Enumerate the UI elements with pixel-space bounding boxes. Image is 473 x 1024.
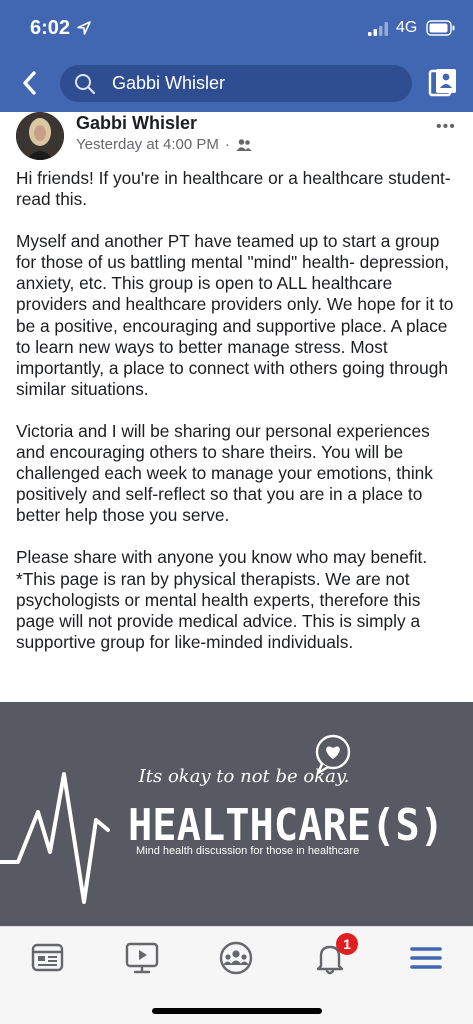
post-author-name[interactable]: Gabbi Whisler — [76, 113, 197, 134]
post-paragraph: Hi friends! If you're in healthcare or a… — [16, 168, 451, 210]
friends-icon — [236, 138, 252, 151]
avatar[interactable] — [16, 112, 64, 160]
battery-icon — [426, 20, 455, 36]
menu-icon[interactable] — [406, 939, 446, 977]
healthcare-graphic: Its okay to not be okay. HEALTHCARE(S) M… — [0, 734, 444, 904]
more-options-icon[interactable]: ••• — [436, 118, 456, 136]
image-subtitle: Mind health discussion for those in heal… — [136, 845, 359, 857]
notification-badge: 1 — [336, 933, 358, 955]
network-label: 4G — [396, 19, 418, 36]
image-tagline: Its okay to not be okay. — [138, 766, 350, 787]
avatar-photo — [16, 112, 64, 160]
search-query[interactable]: Gabbi Whisler — [112, 73, 225, 94]
news-feed-icon[interactable] — [28, 939, 68, 977]
post-header: Gabbi Whisler Yesterday at 4:00 PM · ••• — [0, 112, 473, 164]
post-timestamp[interactable]: Yesterday at 4:00 PM — [76, 136, 219, 153]
post-paragraph: Victoria and I will be sharing our perso… — [16, 420, 433, 526]
post-paragraph: Myself and another PT have teamed up to … — [16, 231, 454, 399]
status-bar: 6:02 4G — [0, 0, 473, 56]
image-title: HEALTHCARE(S) — [128, 800, 444, 851]
meta-separator: · — [224, 136, 230, 153]
post-paragraph: Please share with anyone you know who ma… — [16, 547, 428, 652]
post-image[interactable]: Its okay to not be okay. HEALTHCARE(S) M… — [0, 702, 473, 926]
heartbeat-line-icon — [0, 772, 110, 904]
groups-icon[interactable] — [216, 939, 256, 977]
app-header: 6:02 4G Gabbi Whisler — [0, 0, 473, 112]
home-indicator[interactable] — [152, 1008, 322, 1014]
back-icon[interactable] — [18, 68, 42, 98]
post-body: Hi friends! If you're in healthcare or a… — [16, 168, 462, 674]
location-arrow-icon — [77, 21, 91, 35]
post-meta: Yesterday at 4:00 PM · — [76, 136, 252, 153]
status-time: 6:02 — [30, 17, 71, 39]
search-bar[interactable]: Gabbi Whisler — [60, 65, 412, 102]
watch-icon[interactable] — [122, 939, 162, 977]
search-icon — [75, 74, 96, 95]
signal-icon — [368, 22, 388, 36]
profile-card-icon[interactable] — [428, 68, 458, 98]
